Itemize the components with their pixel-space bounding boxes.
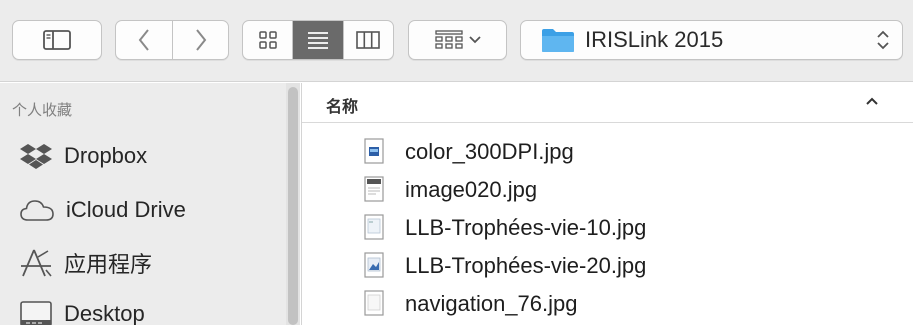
icon-view-button[interactable] <box>243 21 292 59</box>
file-row[interactable]: color_300DPI.jpg <box>302 133 913 171</box>
name-column-header[interactable]: 名称 <box>302 83 913 123</box>
sidebar-icon <box>43 30 71 50</box>
path-popup-button[interactable]: IRISLink 2015 <box>520 20 903 60</box>
sidebar-item-desktop[interactable]: Desktop <box>20 294 145 325</box>
sidebar-scrollbar[interactable] <box>286 83 300 325</box>
jpg-thumbnail-icon <box>364 252 384 278</box>
chevron-up-icon <box>866 97 878 105</box>
file-name: navigation_76.jpg <box>405 291 578 316</box>
jpg-thumbnail-icon <box>364 176 384 202</box>
sidebar-item-label: Dropbox <box>64 143 148 168</box>
file-name: LLB-Trophées-vie-20.jpg <box>405 253 647 278</box>
file-row[interactable]: navigation_76.jpg <box>302 285 913 323</box>
forward-button[interactable] <box>172 21 228 59</box>
arrange-grid-icon <box>434 30 463 49</box>
sidebar-scroll-thumb[interactable] <box>288 87 298 325</box>
sidebar-item-dropbox[interactable]: Dropbox <box>20 136 147 176</box>
file-name: color_300DPI.jpg <box>405 139 574 164</box>
applications-icon <box>21 249 52 277</box>
sidebar-toggle-button[interactable] <box>12 20 102 60</box>
view-mode-selector <box>242 20 394 60</box>
chevron-right-icon <box>195 29 206 51</box>
jpg-thumbnail-icon <box>364 214 384 240</box>
dropbox-icon <box>20 144 52 169</box>
list-view-icon <box>307 32 328 49</box>
file-list: 名称 color_300DPI.jpg image020.jpg LLB-Tro… <box>301 83 913 325</box>
chevron-down-icon <box>468 36 481 44</box>
icon-view-icon <box>258 31 277 49</box>
sidebar-item-label: iCloud Drive <box>66 197 186 222</box>
up-down-stepper-icon <box>877 30 889 50</box>
cloud-icon <box>20 200 54 221</box>
folder-icon <box>542 29 574 52</box>
desktop-icon <box>20 301 52 325</box>
list-view-button[interactable] <box>292 21 343 59</box>
jpg-thumbnail-icon <box>364 138 384 164</box>
sidebar-item-icloud-drive[interactable]: iCloud Drive <box>20 190 186 230</box>
file-name: image020.jpg <box>405 177 538 202</box>
back-button[interactable] <box>116 21 172 59</box>
sidebar-item-label: 应用程序 <box>64 252 153 277</box>
sidebar-item-label: Desktop <box>64 301 145 325</box>
column-header-label: 名称 <box>326 99 359 116</box>
back-forward-buttons <box>115 20 229 60</box>
file-row[interactable]: image020.jpg <box>302 171 913 209</box>
sidebar-section-heading: 个人收藏 <box>12 102 73 119</box>
file-row[interactable]: LLB-Trophées-vie-20.jpg <box>302 247 913 285</box>
sidebar-item-applications[interactable]: 应用程序 <box>20 243 152 283</box>
path-label: IRISLink 2015 <box>585 27 724 52</box>
file-name: LLB-Trophées-vie-10.jpg <box>405 215 647 240</box>
jpg-thumbnail-icon <box>364 290 384 316</box>
column-view-button[interactable] <box>342 21 393 59</box>
chevron-left-icon <box>138 29 149 51</box>
column-view-icon <box>356 31 381 49</box>
sidebar: 个人收藏 Dropbox iCloud Drive 应用程序 Desktop <box>0 83 300 325</box>
file-row[interactable]: LLB-Trophées-vie-10.jpg <box>302 209 913 247</box>
arrange-button[interactable] <box>408 20 507 60</box>
toolbar: IRISLink 2015 <box>0 0 913 82</box>
